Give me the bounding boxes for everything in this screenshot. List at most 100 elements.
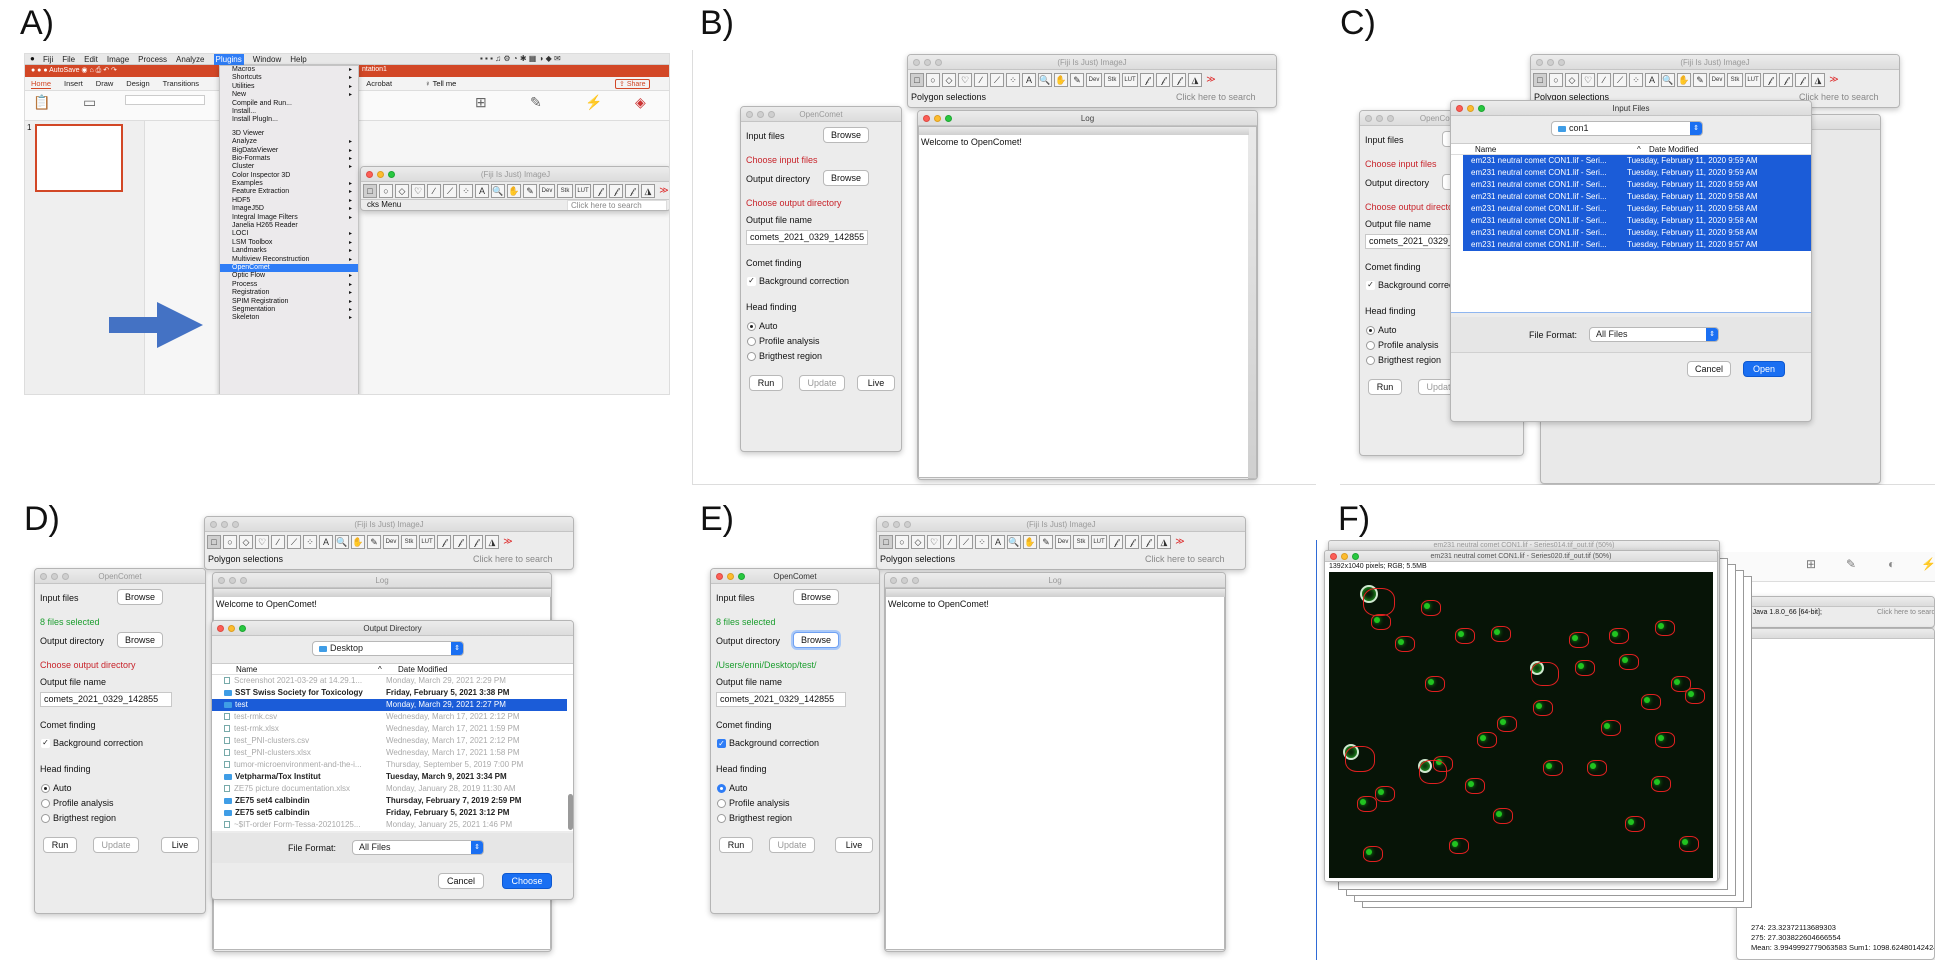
tool-15-icon[interactable]: 𝒻 [1779, 73, 1793, 87]
file-row[interactable]: ZE75 set4 calbindin Thursday, February 7,… [212, 795, 567, 807]
tool-6-icon[interactable]: ⁘ [1006, 73, 1020, 87]
file-row[interactable]: tumor-microenvironment-and-the-i... Thurs… [212, 759, 567, 771]
tool-11-icon[interactable]: Dev [383, 535, 399, 549]
window-controls[interactable] [923, 115, 952, 122]
file-row[interactable]: ZE75 picture documentation.xlsx Monday, J… [212, 783, 567, 795]
file-row[interactable]: em231 neutral comet CON1.lif - Seri... Tu… [1463, 203, 1811, 215]
plugins-menu-item[interactable]: Segmentation [220, 306, 358, 315]
tool-9-icon[interactable]: ✋ [1054, 73, 1068, 87]
tool-14-icon[interactable]: 𝒻 [1140, 73, 1154, 87]
choose-button[interactable]: Choose [502, 873, 552, 889]
tool-8-icon[interactable]: 🔍 [491, 183, 505, 198]
menubar-item-image[interactable]: Image [107, 54, 129, 65]
tool-13-icon[interactable]: LUT [419, 535, 435, 549]
tool-15-icon[interactable]: 𝒻 [1156, 73, 1170, 87]
plugins-menu-item[interactable]: Compile and Run... [220, 100, 358, 108]
office-tab-acrobat[interactable]: Acrobat [366, 79, 392, 89]
file-row[interactable]: test_PNI-clusters.xlsx Wednesday, March 1… [212, 747, 567, 759]
tool-6-icon[interactable]: ⁘ [303, 535, 317, 549]
radio-auto[interactable] [1366, 326, 1375, 335]
tool-0-icon[interactable]: □ [363, 183, 377, 198]
file-row[interactable]: SST Swiss Society for Toxicology Friday, … [212, 687, 567, 699]
file-row[interactable]: Vetpharma/Tox Institut Tuesday, March 9, … [212, 771, 567, 783]
tool-11-icon[interactable]: Dev [1086, 73, 1102, 87]
imagej-search[interactable]: Click here to search [1877, 609, 1934, 616]
output-file-name-field[interactable]: comets_2021_0329_142855 [716, 692, 846, 707]
office-tab-draw[interactable]: Draw [96, 79, 114, 89]
tool-10-icon[interactable]: ✎ [367, 535, 381, 549]
tool-11-icon[interactable]: Dev [539, 183, 555, 198]
plugins-menu-item[interactable]: Janelia H265 Reader [220, 222, 358, 230]
tool-12-icon[interactable]: Stk [557, 183, 573, 198]
radio-brightest[interactable] [41, 814, 50, 823]
share-button[interactable]: ⇪ Share [615, 79, 650, 89]
tool-18-icon[interactable]: ≫ [1204, 73, 1218, 87]
tool-17-icon[interactable]: ◮ [1157, 535, 1171, 549]
tool-17-icon[interactable]: ◮ [641, 183, 655, 198]
tool-6-icon[interactable]: ⁘ [459, 183, 473, 198]
tool-7-icon[interactable]: A [1022, 73, 1036, 87]
radio-brightest[interactable] [1366, 356, 1375, 365]
plugins-menu-item[interactable]: Landmarks [220, 247, 358, 256]
radio-brightest[interactable] [747, 352, 756, 361]
file-row[interactable]: ZE75 set5 calbindin Friday, February 5, 2… [212, 807, 567, 819]
office-tab-home[interactable]: Home [31, 79, 52, 89]
window-controls[interactable] [1330, 553, 1359, 560]
menubar-item-process[interactable]: Process [138, 54, 167, 65]
tool-18-icon[interactable]: ≫ [501, 535, 515, 549]
plugins-menu-item[interactable]: Feature Extraction [220, 188, 358, 197]
radio-auto[interactable] [41, 784, 50, 793]
design-ideas-icon[interactable]: ⚡ [585, 94, 602, 111]
radio-auto[interactable] [717, 784, 726, 793]
file-row[interactable]: em231 neutral comet CON1.lif - Seri... Tu… [1463, 155, 1811, 167]
file-row[interactable]: test-rmk.xlsx Wednesday, March 17, 2021 1… [212, 723, 567, 735]
comet-image[interactable] [1329, 572, 1713, 878]
plugins-menu-item[interactable]: Registration [220, 289, 358, 298]
plugins-menu-item[interactable]: 3D Viewer [220, 130, 358, 138]
apple-icon[interactable]: ● [30, 54, 35, 63]
tool-13-icon[interactable]: LUT [1091, 535, 1107, 549]
tool-4-icon[interactable]: ∕ [1597, 73, 1611, 87]
adobe-icon[interactable]: ◈ [635, 94, 646, 111]
tool-16-icon[interactable]: 𝒻 [625, 183, 639, 198]
tool-18-icon[interactable]: ≫ [657, 184, 669, 198]
imagej-search[interactable]: Click here to search [1145, 554, 1245, 564]
tool-0-icon[interactable]: □ [207, 535, 221, 549]
paste-icon[interactable]: 📋 [33, 94, 50, 111]
tool-14-icon[interactable]: 𝒻 [593, 183, 607, 198]
plugins-menu-item[interactable]: Utilities [220, 83, 358, 92]
tool-7-icon[interactable]: A [1645, 73, 1659, 87]
font-select[interactable] [125, 95, 205, 105]
tool-1-icon[interactable]: ○ [379, 183, 393, 198]
browse-output-button[interactable]: Browse [793, 632, 839, 648]
tool-15-icon[interactable]: 𝒻 [1125, 535, 1139, 549]
window-controls[interactable] [366, 171, 395, 178]
tool-12-icon[interactable]: Stk [1727, 73, 1743, 87]
menubar-item-fiji[interactable]: Fiji [43, 54, 53, 65]
radio-profile[interactable] [41, 799, 50, 808]
tool-12-icon[interactable]: Stk [1104, 73, 1120, 87]
tool-2-icon[interactable]: ◇ [942, 73, 956, 87]
run-button[interactable]: Run [749, 375, 783, 391]
plugins-menu-item[interactable]: New [220, 91, 358, 100]
log-scrollbar[interactable] [1248, 127, 1256, 479]
tool-2-icon[interactable]: ◇ [395, 183, 409, 198]
tool-4-icon[interactable]: ∕ [427, 183, 441, 198]
update-button[interactable]: Update [93, 837, 139, 853]
drawing-icon[interactable]: ✎ [530, 94, 542, 111]
plugins-menu-item[interactable]: Integral Image Filters [220, 214, 358, 223]
browse-input-button[interactable]: Browse [117, 589, 163, 605]
tool-4-icon[interactable]: ∕ [271, 535, 285, 549]
tool-1-icon[interactable]: ○ [1549, 73, 1563, 87]
tool-5-icon[interactable]: ⟋ [287, 535, 301, 549]
folder-select[interactable]: Desktop ⇕ [312, 641, 464, 656]
browse-input-button[interactable]: Browse [823, 127, 869, 143]
tool-17-icon[interactable]: ◮ [1811, 73, 1825, 87]
tool-4-icon[interactable]: ∕ [943, 535, 957, 549]
col-name[interactable]: Name [236, 664, 257, 675]
background-correction-checkbox[interactable]: ✓ [41, 739, 50, 748]
tool-3-icon[interactable]: ♡ [927, 535, 941, 549]
tool-8-icon[interactable]: 🔍 [1661, 73, 1675, 87]
tool-5-icon[interactable]: ⟋ [959, 535, 973, 549]
live-button[interactable]: Live [161, 837, 199, 853]
